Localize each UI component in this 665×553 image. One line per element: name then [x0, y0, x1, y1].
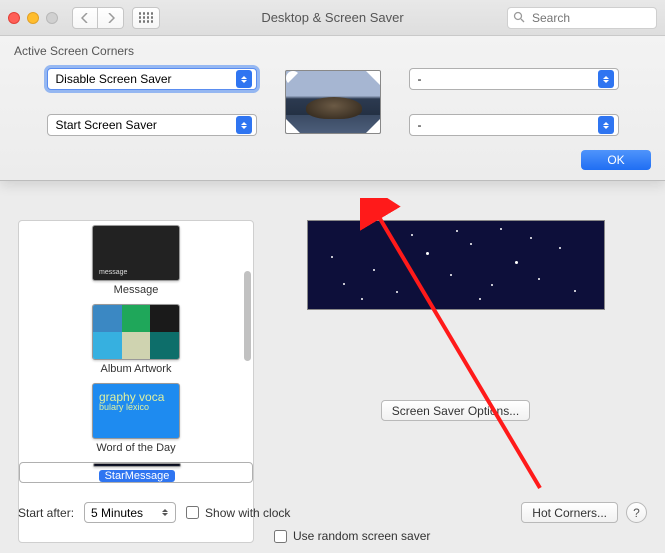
- titlebar: Desktop & Screen Saver: [0, 0, 665, 36]
- back-button[interactable]: [72, 7, 98, 29]
- start-after-select[interactable]: 5 Minutes: [84, 502, 176, 523]
- corner-indicator-bl-icon: [286, 119, 300, 133]
- scrollbar[interactable]: [242, 221, 252, 542]
- search-icon: [513, 11, 525, 26]
- zoom-window-button: [46, 12, 58, 24]
- corner-top-left-value: Disable Screen Saver: [56, 72, 172, 86]
- corner-bottom-right-select[interactable]: -: [409, 114, 619, 136]
- random-saver-input[interactable]: [274, 530, 287, 543]
- corner-top-left-select[interactable]: Disable Screen Saver: [47, 68, 257, 90]
- list-item[interactable]: message Message: [19, 225, 253, 296]
- list-item-label: Message: [114, 284, 159, 296]
- list-item-label: Word of the Day: [96, 442, 175, 454]
- screensaver-preview: [307, 220, 605, 310]
- forward-button[interactable]: [98, 7, 124, 29]
- corner-bottom-left-select[interactable]: Start Screen Saver: [47, 114, 257, 136]
- list-item[interactable]: Album Artwork: [19, 304, 253, 375]
- list-item-label: Album Artwork: [101, 363, 172, 375]
- show-with-clock-input[interactable]: [186, 506, 199, 519]
- chevron-updown-icon: [159, 509, 171, 516]
- corners-preview-thumb: [285, 70, 381, 134]
- chevron-updown-icon: [236, 70, 252, 88]
- start-after-label: Start after:: [18, 506, 74, 520]
- list-item[interactable]: graphy vocabulary lexico Word of the Day: [19, 383, 253, 454]
- show-all-button[interactable]: [132, 7, 160, 29]
- help-button[interactable]: ?: [626, 502, 647, 523]
- corner-top-right-value: -: [418, 72, 422, 86]
- corner-top-right-select[interactable]: -: [409, 68, 619, 90]
- hot-corners-button[interactable]: Hot Corners...: [521, 502, 618, 523]
- album-thumb: [92, 304, 180, 360]
- minimize-window-button[interactable]: [27, 12, 39, 24]
- star-thumb: [93, 463, 181, 467]
- ok-button[interactable]: OK: [581, 150, 651, 170]
- sheet-header: Active Screen Corners: [14, 44, 651, 58]
- corner-bottom-left-value: Start Screen Saver: [56, 118, 157, 132]
- corner-indicator-tl-icon: [286, 71, 300, 85]
- list-item[interactable]: StarMessage: [19, 462, 253, 483]
- screen-saver-options-button[interactable]: Screen Saver Options...: [381, 400, 530, 421]
- chevron-updown-icon: [598, 70, 614, 88]
- corner-indicator-tr-icon: [366, 71, 380, 85]
- list-item-label: StarMessage: [99, 470, 176, 482]
- chevron-updown-icon: [598, 116, 614, 134]
- message-thumb: message: [92, 225, 180, 281]
- chevron-updown-icon: [236, 116, 252, 134]
- search-input[interactable]: [507, 7, 657, 29]
- close-window-button[interactable]: [8, 12, 20, 24]
- corner-indicator-br-icon: [366, 119, 380, 133]
- hot-corners-sheet: Active Screen Corners Disable Screen Sav…: [0, 36, 665, 181]
- nav-buttons: [72, 7, 124, 29]
- preview-pane: Screen Saver Options...: [264, 220, 647, 543]
- corner-bottom-right-value: -: [418, 118, 422, 132]
- screensaver-list[interactable]: message Message Album Artwork graphy voc…: [18, 220, 254, 543]
- show-with-clock-label: Show with clock: [205, 506, 290, 520]
- random-saver-label: Use random screen saver: [293, 529, 430, 543]
- word-thumb: graphy vocabulary lexico: [92, 383, 180, 439]
- bottom-controls: Start after: 5 Minutes Show with clock H…: [18, 502, 647, 543]
- scrollbar-thumb[interactable]: [244, 271, 251, 361]
- show-with-clock-checkbox[interactable]: Show with clock: [186, 506, 290, 520]
- search-field-wrap: [507, 7, 657, 29]
- random-saver-checkbox[interactable]: Use random screen saver: [274, 529, 430, 543]
- start-after-value: 5 Minutes: [91, 506, 143, 520]
- window-controls: [8, 12, 58, 24]
